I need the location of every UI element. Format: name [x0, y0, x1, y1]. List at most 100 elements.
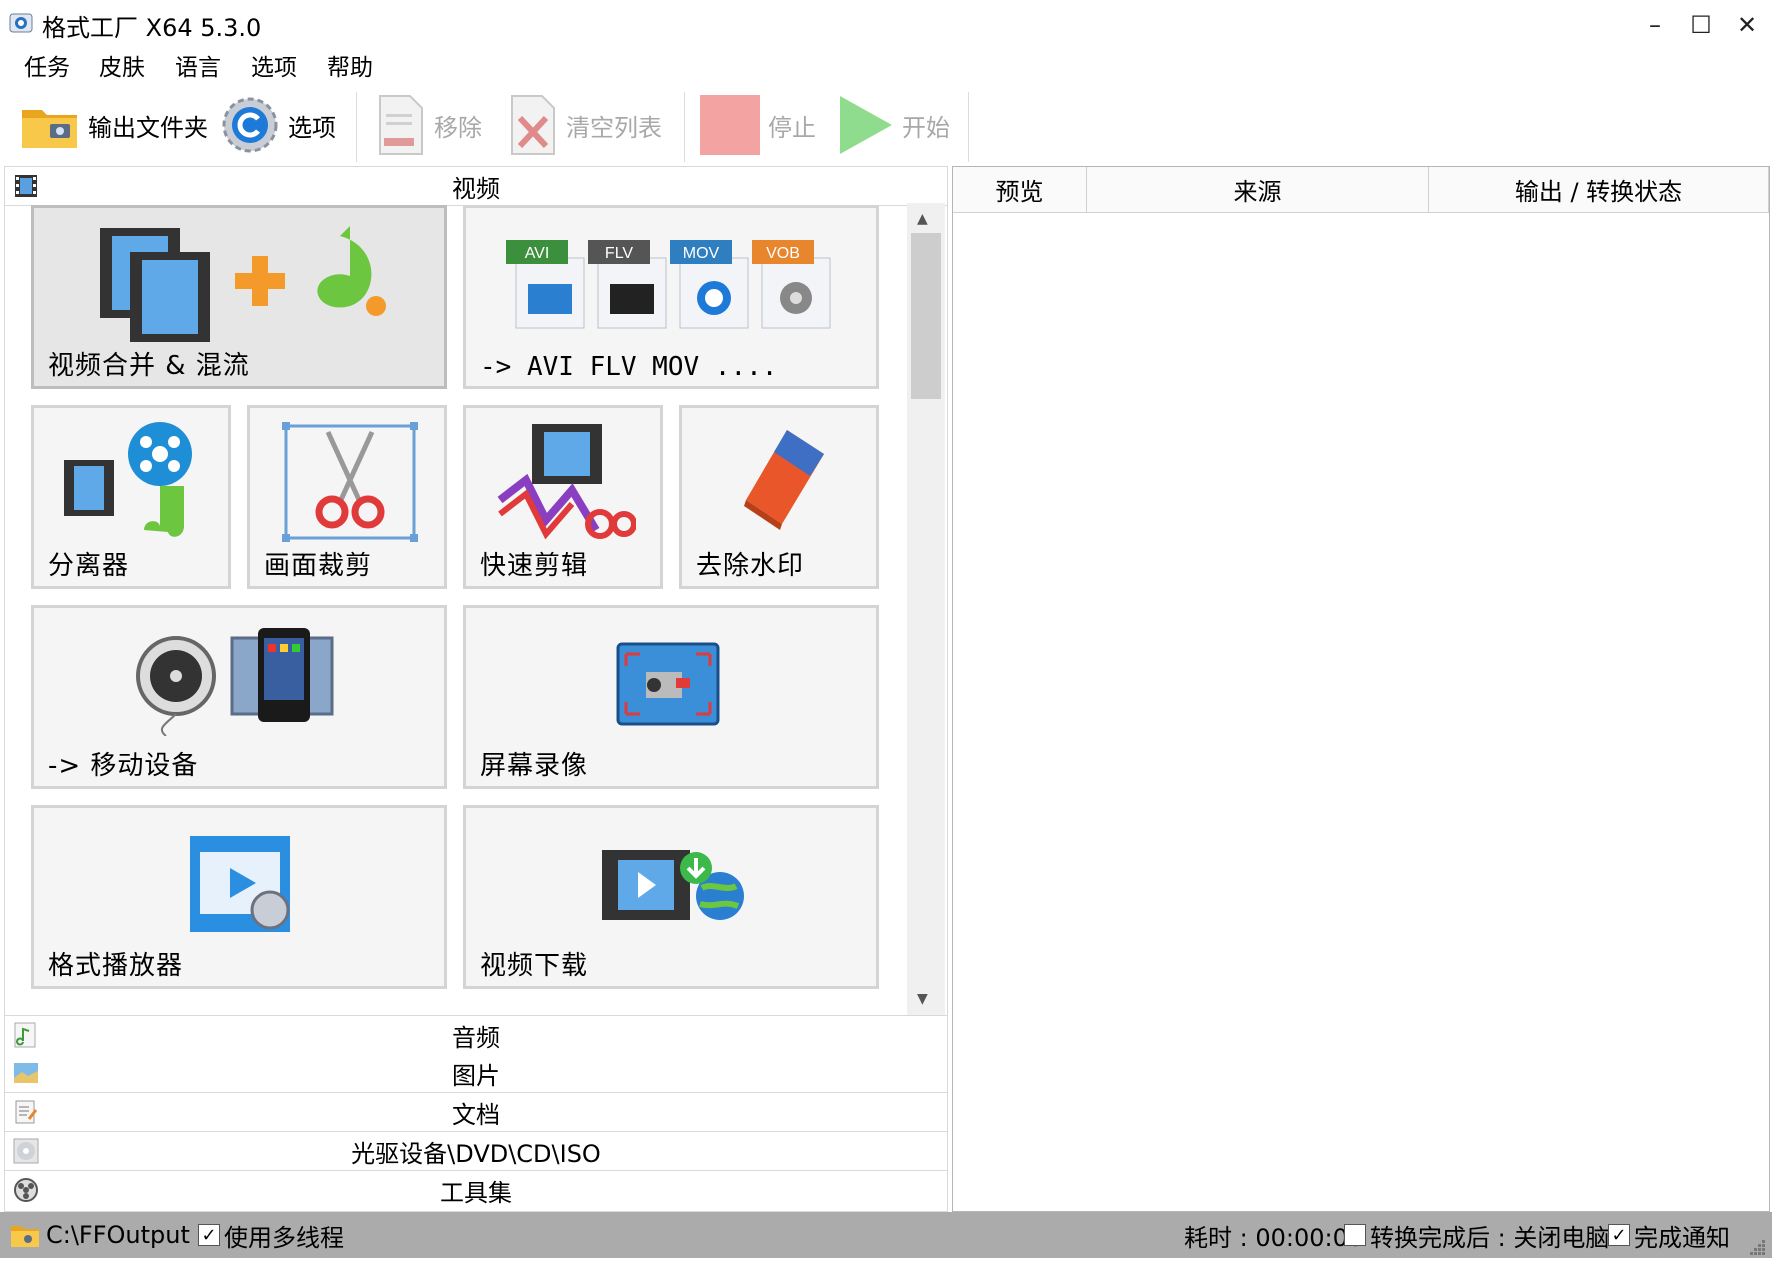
menu-help[interactable]: 帮助 — [327, 50, 373, 86]
category-optical[interactable]: 光驱设备\DVD\CD\ISO — [5, 1132, 947, 1171]
multithread-label: 使用多线程 — [224, 1223, 344, 1252]
menu-options[interactable]: 选项 — [251, 50, 297, 86]
quick-cut-icon — [497, 424, 636, 540]
tile-label: 分离器 — [48, 551, 130, 581]
start-button[interactable]: 开始 — [838, 88, 950, 162]
menu-task[interactable]: 任务 — [24, 50, 70, 86]
play-icon — [840, 96, 892, 154]
column-header-source[interactable]: 来源 — [1087, 167, 1429, 213]
clear-list-button[interactable]: 清空列表 — [508, 88, 662, 162]
tile-remove-watermark[interactable]: 去除水印 — [679, 405, 879, 589]
tile-quick-cut[interactable]: 快速剪辑 — [463, 405, 663, 589]
tile-label: 视频合并 & 混流 — [48, 351, 250, 381]
tile-label: 视频下载 — [480, 951, 589, 981]
tile-crop[interactable]: 画面裁剪 — [247, 405, 447, 589]
notify-label: 完成通知 — [1634, 1223, 1730, 1252]
category-audio-label: 音频 — [452, 1023, 500, 1052]
remove-document-icon — [379, 95, 423, 155]
remove-label: 移除 — [434, 113, 482, 142]
category-image-label: 图片 — [452, 1061, 500, 1090]
crop-scissors-icon — [282, 422, 418, 542]
menu-skin[interactable]: 皮肤 — [99, 50, 145, 86]
tile-label: 去除水印 — [696, 551, 805, 581]
badge-mov: MOV — [683, 245, 720, 262]
badge-vob: VOB — [766, 245, 800, 262]
category-image[interactable]: 图片 — [5, 1054, 947, 1093]
scroll-up-arrow-icon[interactable]: ▲ — [917, 211, 928, 227]
category-video-label: 视频 — [452, 174, 500, 203]
tile-video-merge[interactable]: 视频合并 & 混流 — [31, 205, 447, 389]
tile-label: 画面裁剪 — [264, 551, 373, 581]
category-video[interactable]: 视频 — [5, 167, 947, 206]
options-button[interactable]: 选项 — [220, 88, 336, 162]
output-path[interactable]: C:\FFOutput — [10, 1212, 190, 1258]
eraser-icon — [744, 430, 824, 530]
folder-icon — [22, 110, 77, 148]
close-button[interactable]: ✕ — [1724, 0, 1770, 50]
checkbox-box[interactable]: ✓ — [198, 1224, 220, 1246]
stop-button[interactable]: 停止 — [700, 88, 816, 162]
checkbox-box[interactable] — [1344, 1224, 1366, 1246]
output-folder-label: 输出文件夹 — [88, 113, 208, 142]
clear-list-label: 清空列表 — [566, 113, 662, 142]
video-download-icon — [602, 850, 744, 920]
multithread-checkbox[interactable]: ✓ 使用多线程 — [198, 1212, 344, 1258]
category-tools[interactable]: 工具集 — [5, 1171, 947, 1209]
column-header-output-status[interactable]: 输出 / 转换状态 — [1429, 167, 1769, 213]
gear-icon — [222, 97, 278, 153]
tile-mobile-device[interactable]: -> 移动设备 — [31, 605, 447, 789]
player-icon — [190, 836, 290, 932]
tile-screen-record[interactable]: 屏幕录像 — [463, 605, 879, 789]
shutdown-after-checkbox[interactable]: 转换完成后 : 关闭电脑 — [1344, 1212, 1609, 1258]
toolbar-separator — [356, 92, 357, 162]
tools-reel-icon — [14, 1178, 38, 1202]
category-optical-label: 光驱设备\DVD\CD\ISO — [351, 1139, 601, 1168]
category-document[interactable]: 文档 — [5, 1093, 947, 1132]
output-path-text: C:\FFOutput — [46, 1221, 190, 1249]
tile-label: -> AVI FLV MOV .... — [480, 352, 778, 382]
mov-badge-icon: MOV — [670, 240, 749, 329]
menu-language[interactable]: 语言 — [175, 50, 221, 86]
tiles-scrollbar[interactable]: ▲ ▼ — [907, 203, 945, 1015]
scroll-down-arrow-icon[interactable]: ▼ — [917, 991, 928, 1007]
toolbar-separator — [684, 92, 685, 162]
title-bar: 格式工厂 X64 5.3.0 – ☐ ✕ — [0, 0, 1772, 50]
output-folder-button[interactable]: 输出文件夹 — [20, 88, 208, 162]
app-logo-icon — [9, 13, 33, 33]
minimize-button[interactable]: – — [1632, 0, 1678, 50]
mobile-device-icon — [136, 628, 334, 736]
remove-button[interactable]: 移除 — [376, 88, 482, 162]
flv-badge-icon: FLV — [588, 240, 667, 329]
checkbox-box[interactable]: ✓ — [1608, 1224, 1630, 1246]
document-icon — [15, 1100, 38, 1124]
category-audio[interactable]: 音频 — [5, 1015, 947, 1055]
column-header-preview[interactable]: 预览 — [953, 167, 1087, 213]
task-list[interactable]: 预览 来源 输出 / 转换状态 — [952, 166, 1770, 1212]
notify-checkbox[interactable]: ✓ 完成通知 — [1608, 1212, 1730, 1258]
folder-icon — [11, 1226, 39, 1247]
music-note-icon — [14, 1022, 36, 1048]
maximize-button[interactable]: ☐ — [1678, 0, 1724, 50]
clear-list-icon — [511, 95, 555, 155]
badge-avi: AVI — [525, 245, 550, 262]
tile-convert-video-formats[interactable]: AVI FLV MOV VOB -> AVI FLV MOV .... — [463, 205, 879, 389]
badge-flv: FLV — [605, 245, 633, 262]
tile-splitter[interactable]: 分离器 — [31, 405, 231, 589]
elapsed-time: 耗时 : 00:00:00 — [1184, 1223, 1364, 1252]
disc-icon — [13, 1138, 39, 1164]
tile-label: 格式播放器 — [48, 951, 184, 981]
tile-video-download[interactable]: 视频下载 — [463, 805, 879, 989]
tile-label: 快速剪辑 — [480, 551, 589, 581]
merge-icon — [100, 226, 386, 342]
avi-badge-icon: AVI — [506, 240, 585, 329]
picture-icon — [14, 1063, 38, 1083]
tile-player[interactable]: 格式播放器 — [31, 805, 447, 989]
scrollbar-thumb[interactable] — [911, 233, 941, 399]
shutdown-after-label: 转换完成后 : 关闭电脑 — [1370, 1223, 1610, 1252]
tile-label: -> 移动设备 — [48, 751, 199, 781]
format-icons: AVI FLV MOV VOB — [506, 240, 831, 329]
resize-grip-icon[interactable] — [1748, 1234, 1766, 1255]
category-document-label: 文档 — [452, 1100, 500, 1129]
function-panel: 视频 视频合并 & 混流 AVI FLV MOV VOB -> AVI FLV … — [4, 166, 948, 1212]
film-icon — [15, 175, 37, 197]
